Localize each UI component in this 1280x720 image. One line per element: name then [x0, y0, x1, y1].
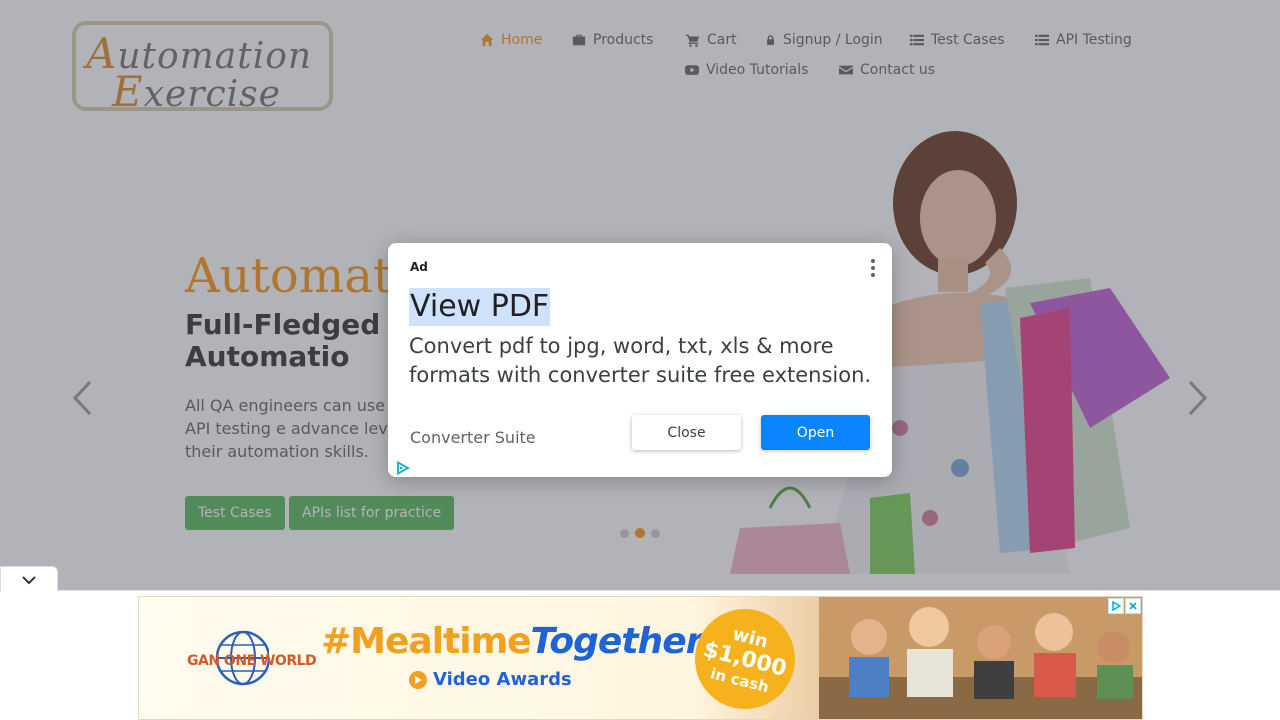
close-ad-icon[interactable]: [1125, 598, 1141, 614]
banner-logo-text: GAN ONE WORLD: [187, 653, 317, 669]
chevron-down-icon: [22, 575, 36, 584]
adchoices-icon[interactable]: [396, 461, 410, 475]
ad-title[interactable]: View PDF: [409, 288, 551, 326]
ad-description: Convert pdf to jpg, word, txt, xls & mor…: [409, 334, 872, 387]
banner-ad[interactable]: GAN ONE WORLD #MealtimeTogether Video Aw…: [138, 596, 1143, 720]
banner-hashtag: #MealtimeTogether: [321, 621, 704, 662]
ad-dialog: Ad View PDF Convert pdf to jpg, word, tx…: [388, 243, 892, 477]
banner-people-image: [819, 597, 1142, 719]
ad-open-button[interactable]: Open: [761, 415, 870, 450]
collapse-ad-button[interactable]: [0, 566, 58, 592]
ad-options-menu-icon[interactable]: [870, 259, 876, 277]
banner-subtitle: Video Awards: [409, 669, 572, 690]
hashtag-part-2: Together: [530, 621, 704, 662]
adchoices-icon[interactable]: [1108, 598, 1124, 614]
ad-marks: [1108, 598, 1141, 614]
play-icon: [409, 670, 427, 689]
hashtag-part-1: #Mealtime: [321, 621, 532, 662]
ad-brand: Converter Suite: [410, 428, 536, 447]
ad-close-button[interactable]: Close: [632, 415, 741, 450]
win-badge: win $1,000 in cash: [684, 598, 806, 719]
video-awards-text: Video Awards: [433, 669, 572, 690]
ad-label: Ad: [410, 260, 428, 274]
